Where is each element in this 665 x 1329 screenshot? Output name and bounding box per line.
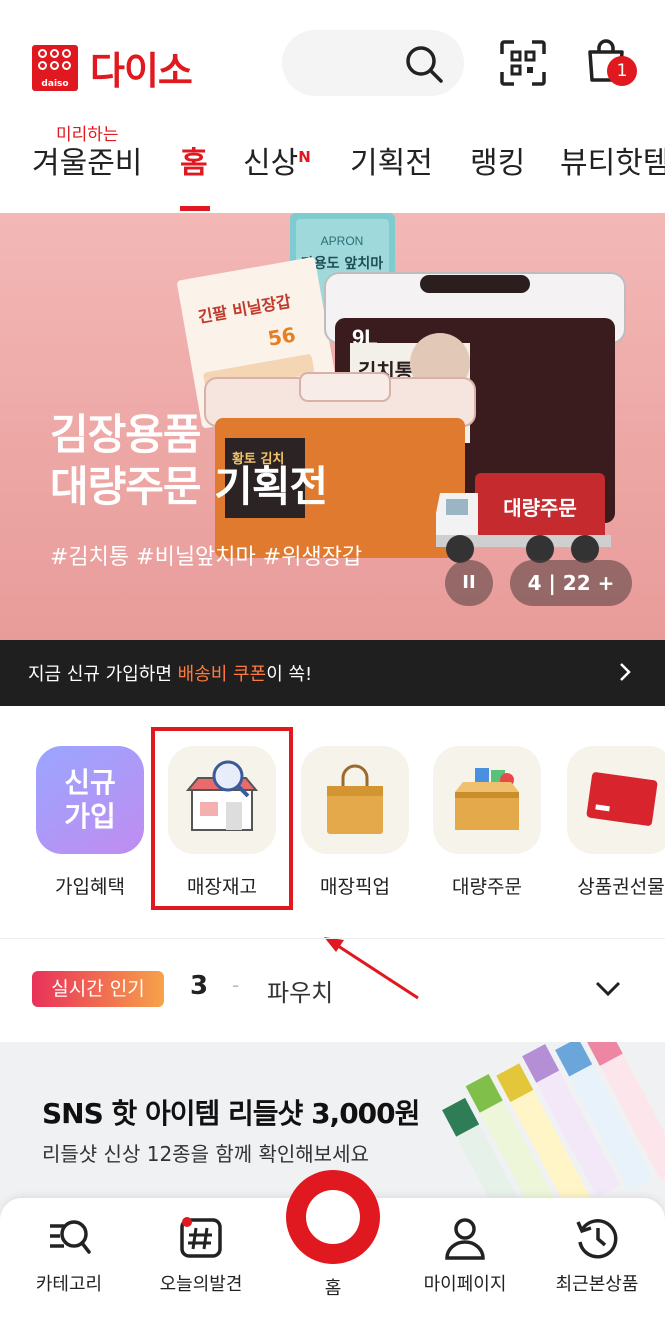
- quick-item-bulk-order[interactable]: 대량주문: [432, 746, 542, 899]
- quick-item-label: 대량주문: [452, 876, 522, 898]
- history-icon: [576, 1219, 618, 1259]
- app-header: daiso 다이소 1: [0, 0, 665, 120]
- category-search-icon: [50, 1220, 91, 1254]
- quick-item-label: 가입혜택: [55, 876, 125, 898]
- realtime-badge: 실시간 인기: [32, 971, 164, 1007]
- tab-label: 기획전: [350, 146, 433, 181]
- tab-winter-prep[interactable]: 미리하는 겨울준비: [32, 125, 143, 182]
- nav-label: 최근본상품: [555, 1274, 639, 1295]
- barcode-scan-icon[interactable]: [500, 40, 546, 86]
- quick-item-gift-card[interactable]: 상품권선물: [566, 746, 665, 899]
- nav-label: 오늘의발견: [159, 1274, 243, 1295]
- tab-label: 겨울준비: [32, 146, 143, 181]
- svg-text:56: 56: [266, 322, 298, 350]
- nav-mypage[interactable]: 마이페이지: [400, 1216, 530, 1296]
- active-tab-indicator: [180, 206, 210, 211]
- tab-label: 신상: [243, 146, 299, 181]
- promo-title: SNS 핫 아이템 리들샷 3,000원: [42, 1097, 420, 1130]
- category-tabs: 미리하는 겨울준비 홈 신상N 기획전 랭킹 뷰티핫템: [0, 118, 665, 214]
- realtime-popular-bar[interactable]: 실시간 인기 3 - 파우치: [0, 938, 665, 1042]
- realtime-dash: -: [232, 973, 240, 997]
- chevron-right-icon: [620, 663, 631, 681]
- chevron-down-icon[interactable]: [595, 981, 621, 997]
- annotation-highlight-box: [151, 727, 293, 910]
- banner-hashtags: #김치통 #비닐앞치마 #위생장갑: [50, 545, 363, 570]
- nav-label: 마이페이지: [423, 1274, 507, 1295]
- tab-label: 홈: [180, 146, 208, 181]
- banner-title: 김장용품 대량주문 기획전: [50, 410, 328, 511]
- tab-ranking[interactable]: 랭킹: [470, 138, 525, 182]
- quick-item-label: 매장픽업: [320, 876, 390, 898]
- quick-item-store-pickup[interactable]: 매장픽업: [300, 746, 410, 899]
- quick-menu: 신규 가입 가입혜택 매장재고 매장픽업 대량주문 상품권선물: [0, 706, 665, 938]
- signup-coupon-strip[interactable]: 지금 신규 가입하면 배송비 쿠폰이 쏙!: [0, 640, 665, 706]
- promo-subtitle: 리들샷 신상 12종을 함께 확인해보세요: [42, 1142, 369, 1166]
- promo-product-image: [442, 1042, 665, 1222]
- tab-new[interactable]: 신상N: [243, 138, 311, 182]
- svg-text:APRON: APRON: [321, 234, 364, 248]
- logo-sub-text: daiso: [41, 78, 69, 89]
- home-ring-icon: [306, 1190, 360, 1244]
- search-icon: [406, 46, 443, 83]
- daiso-logo[interactable]: daiso 다이소: [32, 40, 193, 95]
- cart-count-badge: 1: [607, 56, 637, 86]
- svg-text:대량주문: 대량주문: [503, 496, 577, 520]
- hashtag-icon: [180, 1217, 222, 1258]
- nav-recent[interactable]: 최근본상품: [532, 1216, 662, 1296]
- bottom-navigation: 카테고리 오늘의발견 홈 마이페이지 최근본상품: [0, 1170, 665, 1329]
- logo-text: 다이소: [90, 49, 193, 93]
- new-badge: N: [298, 148, 311, 166]
- nav-discover[interactable]: 오늘의발견: [136, 1216, 266, 1296]
- tab-beauty[interactable]: 뷰티핫템: [560, 138, 665, 182]
- tab-label: 랭킹: [470, 146, 526, 181]
- realtime-keyword: 파우치: [267, 979, 334, 1007]
- banner-pause-button[interactable]: II: [445, 560, 493, 606]
- tab-sup-label: 미리하는: [56, 125, 119, 145]
- banner-page-counter[interactable]: 4 | 22 +: [510, 560, 632, 606]
- logo-mark: daiso: [32, 44, 78, 91]
- tab-exhibitions[interactable]: 기획전: [350, 138, 433, 182]
- user-icon: [445, 1218, 485, 1260]
- search-button[interactable]: [282, 30, 464, 96]
- nav-label: 카테고리: [35, 1274, 103, 1295]
- gift-card-icon: [567, 746, 665, 854]
- hero-banner[interactable]: APRON 다용도 앞치마 긴팔 비닐장갑 56 9L 김치통 황토 김치 대량…: [0, 213, 665, 640]
- pickup-bag-icon: [301, 746, 409, 854]
- tab-home[interactable]: 홈: [180, 138, 208, 182]
- nav-category[interactable]: 카테고리: [4, 1216, 134, 1296]
- signup-icon: 신규 가입: [36, 746, 144, 854]
- tab-label: 뷰티핫템: [560, 146, 665, 181]
- realtime-rank: 3: [190, 971, 209, 1001]
- strip-text: 지금 신규 가입하면 배송비 쿠폰이 쏙!: [28, 664, 313, 685]
- bulk-box-icon: [433, 746, 541, 854]
- nav-home-label: 홈: [324, 1278, 342, 1299]
- quick-item-signup[interactable]: 신규 가입 가입혜택: [35, 746, 145, 899]
- quick-item-label: 상품권선물: [577, 876, 665, 898]
- nav-home-button[interactable]: [286, 1170, 380, 1264]
